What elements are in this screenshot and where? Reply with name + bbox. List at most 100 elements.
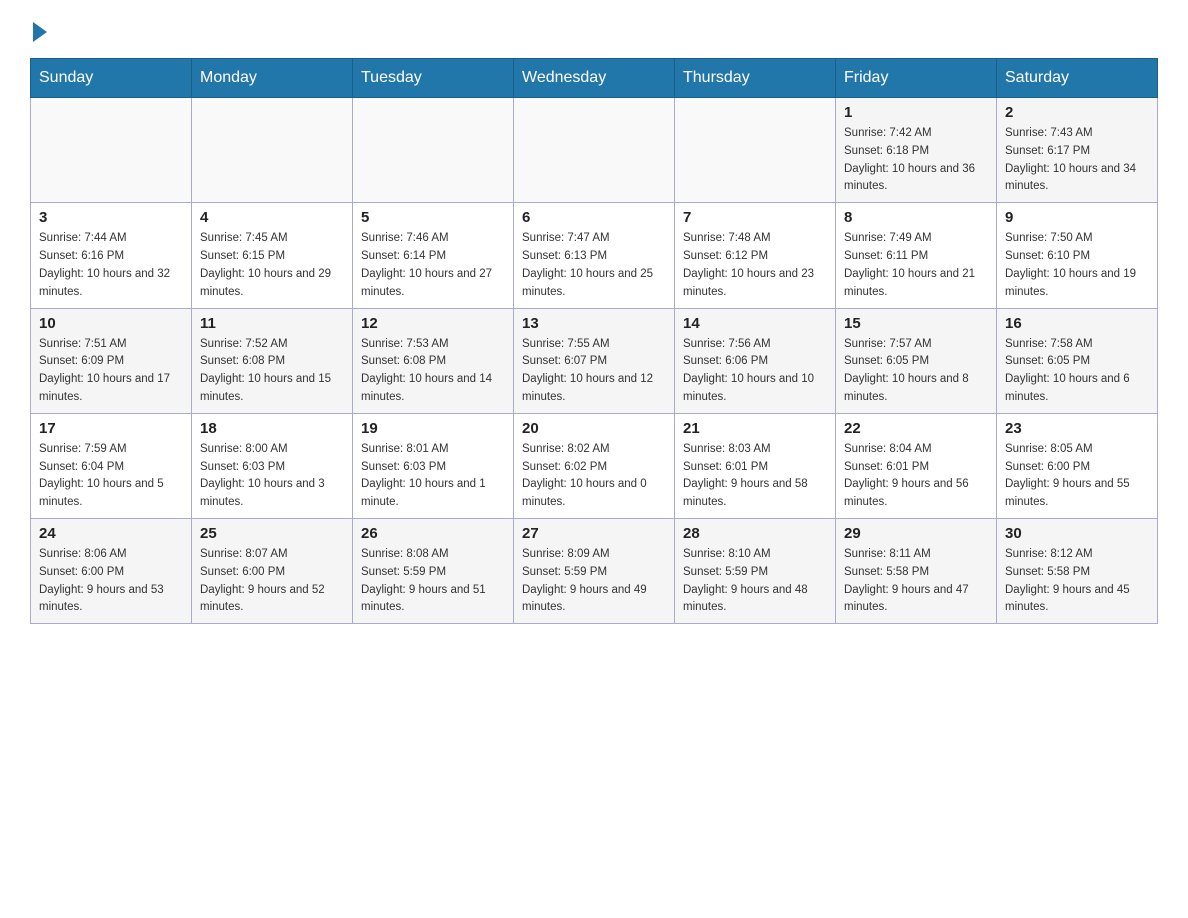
day-number: 28 [683,525,827,542]
day-number: 8 [844,209,988,226]
day-info: Sunrise: 7:56 AMSunset: 6:06 PMDaylight:… [683,336,827,407]
day-number: 1 [844,104,988,121]
calendar-cell: 27 Sunrise: 8:09 AMSunset: 5:59 PMDayligh… [514,519,675,624]
calendar-cell [514,98,675,203]
calendar-week-row: 10 Sunrise: 7:51 AMSunset: 6:09 PMDayligh… [31,308,1158,413]
day-info: Sunrise: 8:02 AMSunset: 6:02 PMDaylight:… [522,441,666,512]
calendar-cell: 18 Sunrise: 8:00 AMSunset: 6:03 PMDayligh… [192,413,353,518]
day-number: 9 [1005,209,1149,226]
calendar-cell: 6 Sunrise: 7:47 AMSunset: 6:13 PMDaylight… [514,203,675,308]
day-info: Sunrise: 7:55 AMSunset: 6:07 PMDaylight:… [522,336,666,407]
day-number: 15 [844,315,988,332]
day-number: 30 [1005,525,1149,542]
day-info: Sunrise: 8:00 AMSunset: 6:03 PMDaylight:… [200,441,344,512]
day-info: Sunrise: 8:07 AMSunset: 6:00 PMDaylight:… [200,546,344,617]
weekday-header-sunday: Sunday [31,59,192,98]
day-info: Sunrise: 8:01 AMSunset: 6:03 PMDaylight:… [361,441,505,512]
day-number: 22 [844,420,988,437]
weekday-header-friday: Friday [836,59,997,98]
day-info: Sunrise: 7:45 AMSunset: 6:15 PMDaylight:… [200,230,344,301]
day-info: Sunrise: 8:09 AMSunset: 5:59 PMDaylight:… [522,546,666,617]
calendar-cell [192,98,353,203]
calendar-cell: 24Sunrise: 8:06 AMSunset: 6:00 PMDayligh… [31,519,192,624]
calendar-cell [353,98,514,203]
day-number: 23 [1005,420,1149,437]
calendar-cell: 9 Sunrise: 7:50 AMSunset: 6:10 PMDaylight… [997,203,1158,308]
calendar-cell: 19 Sunrise: 8:01 AMSunset: 6:03 PMDayligh… [353,413,514,518]
calendar-week-row: 17Sunrise: 7:59 AMSunset: 6:04 PMDayligh… [31,413,1158,518]
day-info: Sunrise: 7:52 AMSunset: 6:08 PMDaylight:… [200,336,344,407]
day-number: 3 [39,209,183,226]
weekday-header-saturday: Saturday [997,59,1158,98]
calendar-cell: 10 Sunrise: 7:51 AMSunset: 6:09 PMDayligh… [31,308,192,413]
day-number: 21 [683,420,827,437]
calendar-week-row: 1 Sunrise: 7:42 AMSunset: 6:18 PMDaylight… [31,98,1158,203]
day-info: Sunrise: 8:12 AMSunset: 5:58 PMDaylight:… [1005,546,1149,617]
day-info: Sunrise: 7:47 AMSunset: 6:13 PMDaylight:… [522,230,666,301]
calendar-cell: 11 Sunrise: 7:52 AMSunset: 6:08 PMDayligh… [192,308,353,413]
day-info: Sunrise: 7:51 AMSunset: 6:09 PMDaylight:… [39,336,183,407]
day-number: 13 [522,315,666,332]
day-number: 4 [200,209,344,226]
day-number: 27 [522,525,666,542]
weekday-header-thursday: Thursday [675,59,836,98]
day-number: 20 [522,420,666,437]
weekday-header-monday: Monday [192,59,353,98]
calendar-cell [675,98,836,203]
weekday-header-wednesday: Wednesday [514,59,675,98]
calendar-cell: 16 Sunrise: 7:58 AMSunset: 6:05 PMDayligh… [997,308,1158,413]
weekday-header-tuesday: Tuesday [353,59,514,98]
calendar-table: SundayMondayTuesdayWednesdayThursdayFrid… [30,58,1158,624]
day-number: 2 [1005,104,1149,121]
day-number: 19 [361,420,505,437]
day-number: 16 [1005,315,1149,332]
calendar-cell: 3 Sunrise: 7:44 AMSunset: 6:16 PMDaylight… [31,203,192,308]
calendar-cell: 21Sunrise: 8:03 AMSunset: 6:01 PMDayligh… [675,413,836,518]
day-number: 25 [200,525,344,542]
calendar-cell: 29 Sunrise: 8:11 AMSunset: 5:58 PMDayligh… [836,519,997,624]
day-info: Sunrise: 7:44 AMSunset: 6:16 PMDaylight:… [39,230,183,301]
day-info: Sunrise: 7:58 AMSunset: 6:05 PMDaylight:… [1005,336,1149,407]
day-number: 26 [361,525,505,542]
calendar-cell: 7 Sunrise: 7:48 AMSunset: 6:12 PMDaylight… [675,203,836,308]
day-info: Sunrise: 7:57 AMSunset: 6:05 PMDaylight:… [844,336,988,407]
day-number: 29 [844,525,988,542]
calendar-cell: 15 Sunrise: 7:57 AMSunset: 6:05 PMDayligh… [836,308,997,413]
calendar-cell: 5 Sunrise: 7:46 AMSunset: 6:14 PMDaylight… [353,203,514,308]
day-number: 14 [683,315,827,332]
day-info: Sunrise: 7:46 AMSunset: 6:14 PMDaylight:… [361,230,505,301]
day-info: Sunrise: 8:04 AMSunset: 6:01 PMDaylight:… [844,441,988,512]
day-number: 7 [683,209,827,226]
day-number: 6 [522,209,666,226]
weekday-header-row: SundayMondayTuesdayWednesdayThursdayFrid… [31,59,1158,98]
calendar-cell [31,98,192,203]
calendar-cell: 13 Sunrise: 7:55 AMSunset: 6:07 PMDayligh… [514,308,675,413]
logo [30,20,47,38]
day-number: 12 [361,315,505,332]
day-number: 10 [39,315,183,332]
day-number: 18 [200,420,344,437]
day-info: Sunrise: 8:05 AMSunset: 6:00 PMDaylight:… [1005,441,1149,512]
calendar-cell: 1 Sunrise: 7:42 AMSunset: 6:18 PMDaylight… [836,98,997,203]
calendar-cell: 17Sunrise: 7:59 AMSunset: 6:04 PMDayligh… [31,413,192,518]
logo-arrow-icon [33,22,47,42]
day-info: Sunrise: 8:11 AMSunset: 5:58 PMDaylight:… [844,546,988,617]
day-number: 5 [361,209,505,226]
calendar-week-row: 24Sunrise: 8:06 AMSunset: 6:00 PMDayligh… [31,519,1158,624]
day-info: Sunrise: 7:42 AMSunset: 6:18 PMDaylight:… [844,125,988,196]
calendar-cell: 26 Sunrise: 8:08 AMSunset: 5:59 PMDayligh… [353,519,514,624]
day-info: Sunrise: 7:43 AMSunset: 6:17 PMDaylight:… [1005,125,1149,196]
day-number: 11 [200,315,344,332]
calendar-cell: 22 Sunrise: 8:04 AMSunset: 6:01 PMDayligh… [836,413,997,518]
calendar-cell: 23 Sunrise: 8:05 AMSunset: 6:00 PMDayligh… [997,413,1158,518]
day-number: 17 [39,420,183,437]
calendar-cell: 12Sunrise: 7:53 AMSunset: 6:08 PMDayligh… [353,308,514,413]
day-info: Sunrise: 7:50 AMSunset: 6:10 PMDaylight:… [1005,230,1149,301]
calendar-cell: 20 Sunrise: 8:02 AMSunset: 6:02 PMDayligh… [514,413,675,518]
calendar-cell: 28 Sunrise: 8:10 AMSunset: 5:59 PMDayligh… [675,519,836,624]
calendar-cell: 25 Sunrise: 8:07 AMSunset: 6:00 PMDayligh… [192,519,353,624]
day-info: Sunrise: 8:08 AMSunset: 5:59 PMDaylight:… [361,546,505,617]
day-info: Sunrise: 8:10 AMSunset: 5:59 PMDaylight:… [683,546,827,617]
day-info: Sunrise: 7:48 AMSunset: 6:12 PMDaylight:… [683,230,827,301]
calendar-cell: 14 Sunrise: 7:56 AMSunset: 6:06 PMDayligh… [675,308,836,413]
